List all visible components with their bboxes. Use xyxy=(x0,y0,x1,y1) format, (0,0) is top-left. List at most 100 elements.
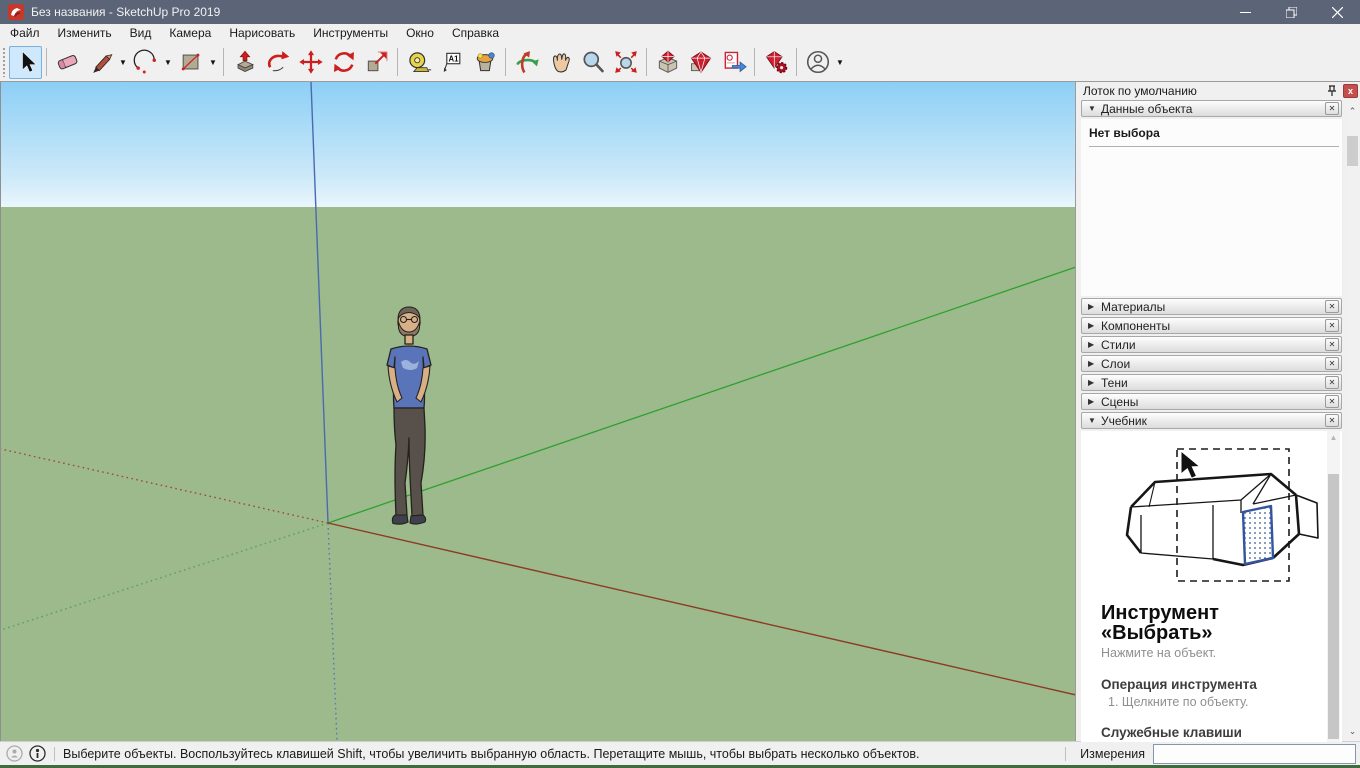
tool-rotate-button[interactable] xyxy=(327,46,360,79)
tool-push-pull-button[interactable] xyxy=(228,46,261,79)
section-close-button[interactable]: ✕ xyxy=(1325,414,1339,427)
toolbar-separator xyxy=(46,48,47,76)
tray-section-entity-info[interactable]: ▼ Данные объекта ✕ xyxy=(1081,100,1342,117)
credits-status-icon[interactable] xyxy=(29,745,46,762)
tool-send-to-layout-button[interactable] xyxy=(717,46,750,79)
toolbar-separator xyxy=(754,48,755,76)
menu-item-draw[interactable]: Нарисовать xyxy=(220,24,304,43)
tool-rectangle-button[interactable] xyxy=(174,46,207,79)
menu-item-window[interactable]: Окно xyxy=(397,24,443,43)
triangle-right-icon: ▶ xyxy=(1088,397,1101,406)
measurements-input[interactable] xyxy=(1153,744,1356,764)
toolbar-separator xyxy=(397,48,398,76)
tool-zoom-extents-button[interactable] xyxy=(609,46,642,79)
tool-share-model-button[interactable] xyxy=(684,46,717,79)
scrollbar-up-button[interactable]: ⌃ xyxy=(1346,104,1359,118)
pin-button[interactable] xyxy=(1324,84,1340,99)
cursor-icon xyxy=(1181,451,1200,478)
menu-item-camera[interactable]: Камера xyxy=(160,24,220,43)
tray-section-instructor[interactable]: ▼ Учебник ✕ xyxy=(1081,412,1342,429)
tool-arc-button[interactable] xyxy=(129,46,162,79)
toolbar-separator xyxy=(505,48,506,76)
geolocation-status-icon[interactable] xyxy=(6,745,23,762)
tool-select-button[interactable] xyxy=(9,46,42,79)
statusbar: Выберите объекты. Воспользуйтесь клавише… xyxy=(0,741,1360,765)
tool-eraser-button[interactable] xyxy=(51,46,84,79)
tool-3d-warehouse-button[interactable] xyxy=(651,46,684,79)
orbit-icon xyxy=(514,49,540,75)
warehouse-box-icon xyxy=(655,49,681,75)
triangle-right-icon: ▶ xyxy=(1088,321,1101,330)
section-close-button[interactable]: ✕ xyxy=(1325,319,1339,332)
tool-scale-button[interactable] xyxy=(360,46,393,79)
scrollbar-thumb[interactable] xyxy=(1328,474,1339,739)
account-dropdown[interactable]: ▼ xyxy=(834,58,846,67)
titlebar: Без названия - SketchUp Pro 2019 xyxy=(0,0,1360,24)
close-button[interactable] xyxy=(1314,0,1360,24)
menu-item-view[interactable]: Вид xyxy=(121,24,161,43)
default-tray: Лоток по умолчанию x ▼ Данные объекта ✕ xyxy=(1075,82,1360,741)
tool-pan-button[interactable] xyxy=(543,46,576,79)
sketchup-window: Без названия - SketchUp Pro 2019 Файл Из… xyxy=(0,0,1360,768)
tray-scrollbar[interactable]: ⌃ ⌄ xyxy=(1346,100,1359,741)
tray-section-components[interactable]: ▶ Компоненты ✕ xyxy=(1081,317,1342,334)
section-close-button[interactable]: ✕ xyxy=(1325,102,1339,115)
triangle-right-icon: ▶ xyxy=(1088,340,1101,349)
tray-section-materials[interactable]: ▶ Материалы ✕ xyxy=(1081,298,1342,315)
pan-hand-icon xyxy=(547,49,573,75)
section-close-button[interactable]: ✕ xyxy=(1325,395,1339,408)
account-button[interactable] xyxy=(801,46,834,79)
instructor-scrollbar[interactable]: ▲ xyxy=(1327,431,1340,742)
tray-section-layers[interactable]: ▶ Слои ✕ xyxy=(1081,355,1342,372)
tool-orbit-button[interactable] xyxy=(510,46,543,79)
tool-line-button[interactable] xyxy=(84,46,117,79)
tray-section-styles[interactable]: ▶ Стили ✕ xyxy=(1081,336,1342,353)
tool-move-button[interactable] xyxy=(294,46,327,79)
follow-me-icon xyxy=(265,49,291,75)
section-close-button[interactable]: ✕ xyxy=(1325,300,1339,313)
scrollbar-up-button[interactable]: ▲ xyxy=(1327,431,1340,444)
section-close-button[interactable]: ✕ xyxy=(1325,357,1339,370)
tool-extension-warehouse-button[interactable] xyxy=(759,46,792,79)
rectangle-icon xyxy=(178,49,204,75)
section-close-button[interactable]: ✕ xyxy=(1325,376,1339,389)
rectangle-tool-dropdown[interactable]: ▼ xyxy=(207,58,219,67)
eraser-icon xyxy=(55,49,81,75)
tool-zoom-button[interactable] xyxy=(576,46,609,79)
tool-paint-bucket-button[interactable] xyxy=(468,46,501,79)
tray-close-button[interactable]: x xyxy=(1343,84,1358,98)
menu-item-file[interactable]: Файл xyxy=(0,24,49,43)
restore-button[interactable] xyxy=(1268,0,1314,24)
tray-section-shadows[interactable]: ▶ Тени ✕ xyxy=(1081,374,1342,391)
tool-tape-measure-button[interactable] xyxy=(402,46,435,79)
tray-section-scenes[interactable]: ▶ Сцены ✕ xyxy=(1081,393,1342,410)
scrollbar-thumb[interactable] xyxy=(1347,136,1358,166)
menu-item-help[interactable]: Справка xyxy=(443,24,508,43)
tool-follow-me-button[interactable] xyxy=(261,46,294,79)
section-close-button[interactable]: ✕ xyxy=(1325,338,1339,351)
minimize-button[interactable] xyxy=(1222,0,1268,24)
arc-tool-dropdown[interactable]: ▼ xyxy=(162,58,174,67)
move-icon xyxy=(298,49,324,75)
line-tool-dropdown[interactable]: ▼ xyxy=(117,58,129,67)
divider xyxy=(54,747,55,761)
no-selection-label: Нет выбора xyxy=(1081,119,1342,146)
scale-figure-person xyxy=(369,305,449,527)
instructor-modifier-title: Служебные клавиши xyxy=(1101,725,1312,740)
scrollbar-down-button[interactable]: ⌄ xyxy=(1346,724,1359,738)
tool-text-button[interactable]: A1 xyxy=(435,46,468,79)
toolbar-grip[interactable] xyxy=(2,47,6,77)
tray-title: Лоток по умолчанию xyxy=(1083,84,1324,98)
zoom-icon xyxy=(580,49,606,75)
menu-item-tools[interactable]: Инструменты xyxy=(304,24,397,43)
arc-icon xyxy=(133,49,159,75)
drawing-axes xyxy=(1,82,1075,741)
tape-measure-icon xyxy=(406,49,432,75)
tray-header: Лоток по умолчанию x xyxy=(1076,82,1360,100)
measurements-label: Измерения xyxy=(1080,747,1145,761)
viewport-canvas[interactable] xyxy=(0,82,1075,741)
instructor-panel: Инструмент «Выбрать» Нажмите на объект. … xyxy=(1081,431,1342,742)
menu-item-edit[interactable]: Изменить xyxy=(49,24,121,43)
triangle-down-icon: ▼ xyxy=(1088,416,1101,425)
toolbar-separator xyxy=(223,48,224,76)
